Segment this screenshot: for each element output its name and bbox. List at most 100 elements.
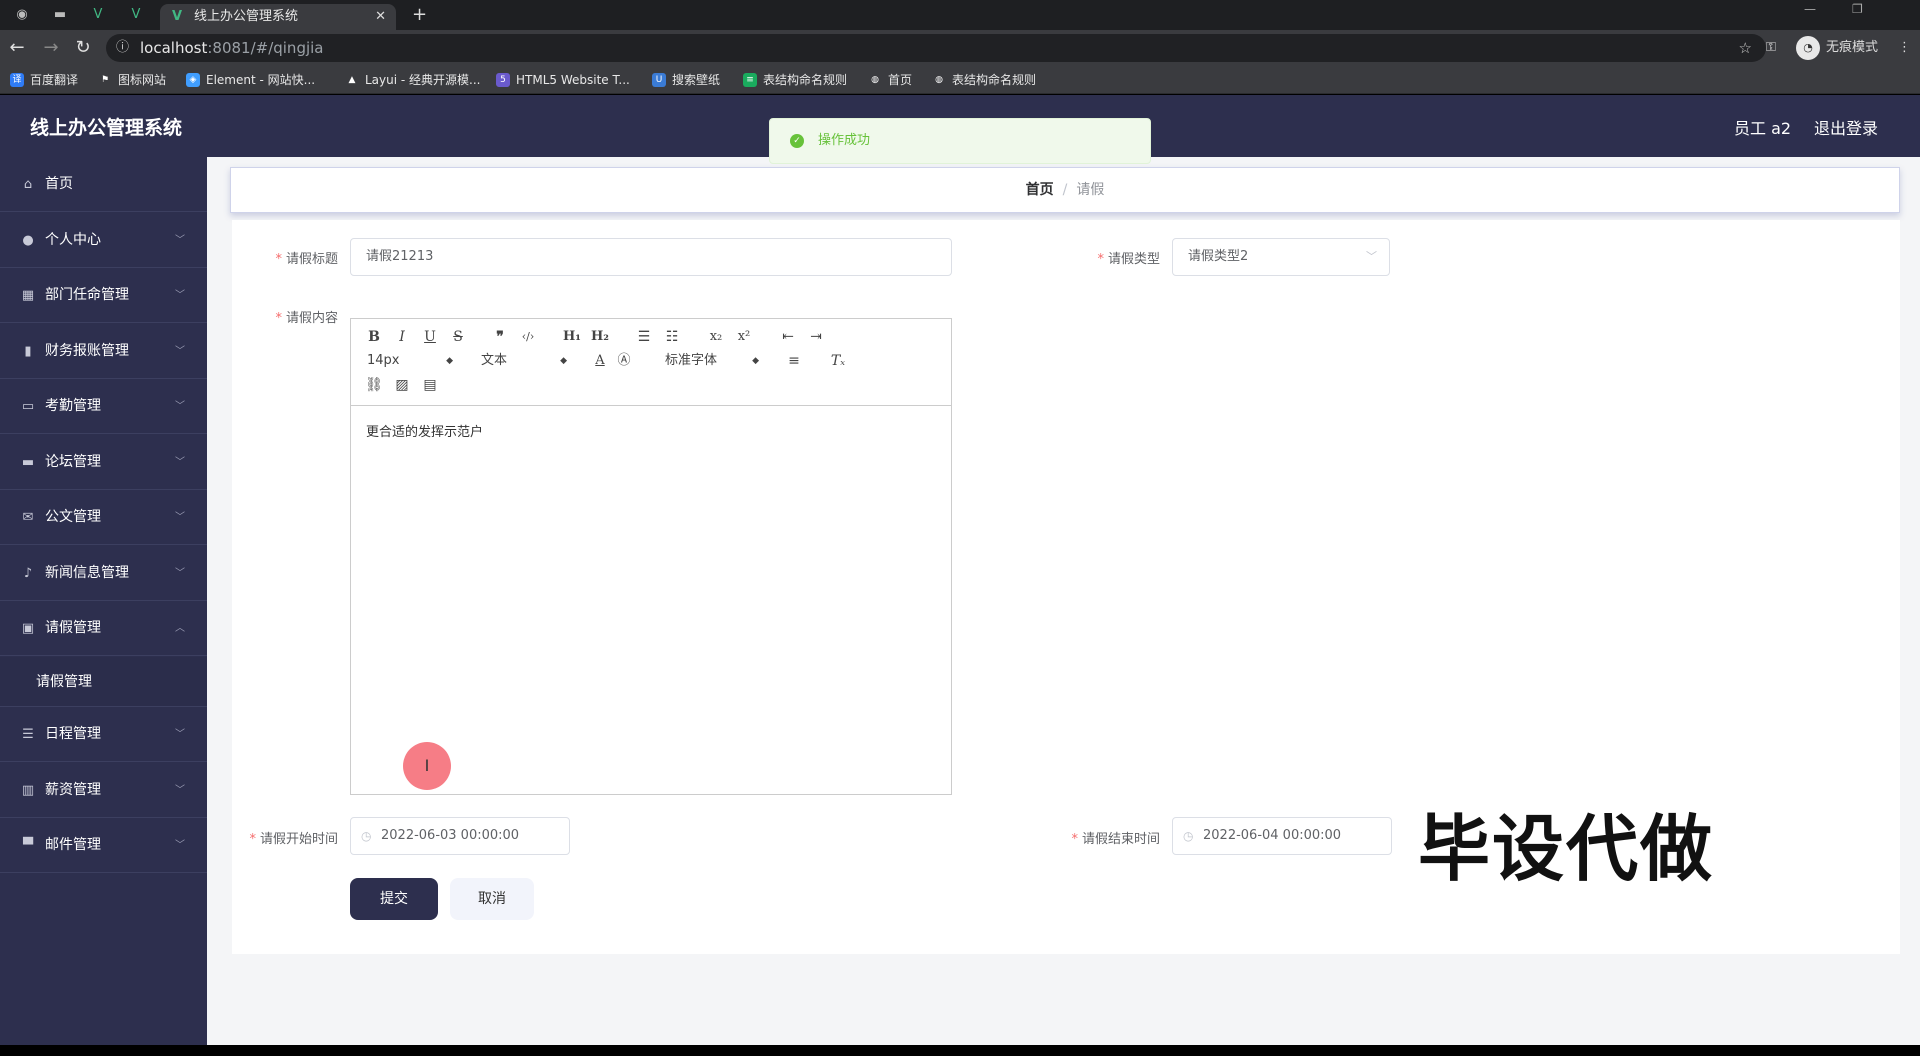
breadcrumb-home[interactable]: 首页 [1026, 182, 1054, 198]
clear-format-icon[interactable]: Tₓ [827, 351, 849, 371]
breadcrumb: 首页 / 请假 [230, 167, 1900, 213]
superscript-icon[interactable]: x² [733, 327, 755, 347]
sheet-icon: ≡ [743, 73, 757, 87]
background-color-icon[interactable]: Ⓐ [613, 351, 635, 371]
type-select[interactable]: 请假类型2 ﹀ [1172, 238, 1390, 276]
sidebar-item-home[interactable]: ⌂ 首页 [0, 157, 207, 212]
breadcrumb-current: 请假 [1076, 182, 1105, 198]
bookmark-item[interactable]: U 搜索壁纸 [652, 70, 720, 90]
vue-tab-icon[interactable]: V [84, 5, 112, 25]
cancel-button[interactable]: 取消 [450, 878, 534, 920]
info-icon[interactable]: ⓘ [116, 34, 129, 62]
minimize-icon[interactable]: — [1804, 2, 1816, 16]
chevron-down-icon: ﹀ [175, 785, 185, 796]
blockquote-icon[interactable]: ❞ [489, 327, 511, 347]
breadcrumb-separator: / [1062, 182, 1068, 198]
address-bar[interactable]: ⓘ localhost:8081/#/qingjia ☆ [106, 34, 1766, 62]
sidebar: ⌂ 首页 ● 个人中心 ﹀ ▦ 部门任命管理 ﹀ ▮ 财务报账管理 ﹀ ▭ 考勤管理 ﹀ ▬ 论坛管… [0, 157, 207, 1045]
sidebar-item-attendance[interactable]: ▭ 考勤管理 ﹀ [0, 379, 207, 434]
start-time-picker[interactable]: ◷ 2022-06-03 00:00:00 [350, 817, 570, 855]
browser-tabstrip: ◉ ▬ V V V 线上办公管理系统 ✕ + — ❐ [0, 0, 1920, 30]
chevron-up-icon: ︿ [175, 623, 185, 634]
chevron-down-icon: ﹀ [175, 346, 185, 357]
code-icon[interactable]: ‹/› [517, 327, 539, 347]
sidebar-item-finance[interactable]: ▮ 财务报账管理 ﹀ [0, 324, 207, 379]
sidebar-item-news[interactable]: ♪ 新闻信息管理 ﹀ [0, 546, 207, 601]
outdent-icon[interactable]: ⇤ [777, 327, 799, 347]
bookmark-item[interactable]: 译百度翻译 [10, 70, 78, 90]
font-size-select[interactable]: 14px ◆ [367, 351, 453, 371]
video-icon[interactable]: ▤ [419, 375, 441, 395]
bullet-list-icon[interactable]: ☷ [661, 327, 683, 347]
mail-icon: ✉ [22, 510, 34, 525]
end-time-picker[interactable]: ◷ 2022-06-04 00:00:00 [1172, 817, 1392, 855]
sidebar-item-schedule[interactable]: ☰ 日程管理 ﹀ [0, 707, 207, 762]
logout-button[interactable]: 退出登录 [1814, 115, 1878, 139]
font-color-icon[interactable]: A [589, 351, 611, 371]
chevron-down-icon: ﹀ [175, 729, 185, 740]
submit-button[interactable]: 提交 [350, 878, 438, 920]
strike-icon[interactable]: S [447, 327, 469, 347]
browser-menu-icon[interactable]: ◉ [8, 5, 36, 25]
italic-icon[interactable]: I [391, 327, 413, 347]
sidebar-item-leave[interactable]: ▣ 请假管理 ︿ [0, 601, 207, 656]
bookmark-item[interactable]: 5 HTML5 Website T... [496, 70, 630, 90]
forward-icon[interactable]: → [40, 37, 62, 59]
link-icon[interactable]: ⛓ [363, 375, 385, 395]
sidebar-item-salary[interactable]: ▥ 薪资管理 ﹀ [0, 763, 207, 818]
sidebar-item-forum[interactable]: ▬ 论坛管理 ﹀ [0, 435, 207, 490]
tab-active[interactable]: V 线上办公管理系统 ✕ [160, 4, 396, 30]
editor-content[interactable]: 更合适的发挥示范户 [366, 421, 483, 440]
ticket-icon: ▬ [21, 455, 35, 470]
bold-icon[interactable]: B [363, 327, 385, 347]
browser-menu-dots-icon[interactable]: ⋮ [1898, 37, 1911, 59]
sidebar-item-department[interactable]: ▦ 部门任命管理 ﹀ [0, 268, 207, 323]
sidebar-item-document[interactable]: ✉ 公文管理 ﹀ [0, 490, 207, 545]
subscript-icon[interactable]: x₂ [705, 327, 727, 347]
indent-icon[interactable]: ⇥ [805, 327, 827, 347]
align-icon[interactable]: ≡ [783, 351, 805, 371]
close-tab-icon[interactable]: ✕ [375, 4, 386, 30]
sidebar-item-profile[interactable]: ● 个人中心 ﹀ [0, 213, 207, 268]
bar-chart-icon: ▮ [24, 344, 32, 359]
incognito-label[interactable]: 无痕模式 [1826, 37, 1878, 59]
ordered-list-icon[interactable]: ☰ [633, 327, 655, 347]
success-toast: ✓ 操作成功 [769, 118, 1151, 164]
chevron-down-icon: ﹀ [175, 568, 185, 579]
h1-icon[interactable]: H₁ [561, 327, 583, 347]
h2-icon[interactable]: H₂ [589, 327, 611, 347]
star-icon[interactable]: ☆ [1739, 34, 1752, 62]
title-input[interactable]: 请假21213 [350, 238, 952, 276]
grid-icon: ▦ [21, 288, 35, 303]
chevron-down-icon: ﹀ [175, 235, 185, 246]
url-host: localhost [140, 39, 208, 57]
sidebar-subitem-leave[interactable]: 请假管理 [0, 657, 207, 707]
bookmark-item[interactable]: ▲ Layui - 经典开源模... [345, 70, 481, 90]
format-select[interactable]: 文本 ◆ [481, 351, 567, 371]
bookmark-item[interactable]: ◍ 表结构命名规则 [932, 70, 1036, 90]
bookmark-item[interactable]: ⚑ 图标网站 [98, 70, 166, 90]
underline-icon[interactable]: U [419, 327, 441, 347]
bookmark-item[interactable]: ≡ 表结构命名规则 [743, 70, 847, 90]
check-circle-icon: ✓ [790, 134, 804, 148]
bookmark-item[interactable]: ◍ 首页 [868, 70, 912, 90]
vue-logo-icon: V [172, 9, 183, 24]
bottom-bar [0, 1045, 1920, 1056]
key-icon[interactable]: ⚿ [1766, 37, 1776, 59]
editor-toolbar: B I U S ❞ ‹/› H₁ H₂ ☰ ☷ x₂ x² ⇤ ⇥ 14px ◆ … [351, 319, 951, 406]
font-family-select[interactable]: 标准字体 ◆ [665, 351, 759, 371]
bookmark-item[interactable]: ◈ Element - 网站快... [186, 70, 315, 90]
element-icon: ◈ [186, 73, 200, 87]
layui-icon: ▲ [348, 75, 356, 85]
title-label: * 请假标题 [275, 252, 338, 267]
new-tab-button[interactable]: + [412, 4, 427, 26]
sidebar-item-mail[interactable]: ▀ 邮件管理 ﹀ [0, 818, 207, 873]
image-icon[interactable]: ▨ [391, 375, 413, 395]
tab-icon[interactable]: ▬ [46, 5, 74, 25]
incognito-icon[interactable]: ◔ [1796, 36, 1820, 60]
vue-tab-icon[interactable]: V [122, 5, 150, 25]
flag-icon: ⚑ [100, 75, 110, 85]
back-icon[interactable]: ← [6, 37, 28, 59]
restore-icon[interactable]: ❐ [1852, 2, 1863, 16]
reload-icon[interactable]: ↻ [72, 37, 94, 59]
